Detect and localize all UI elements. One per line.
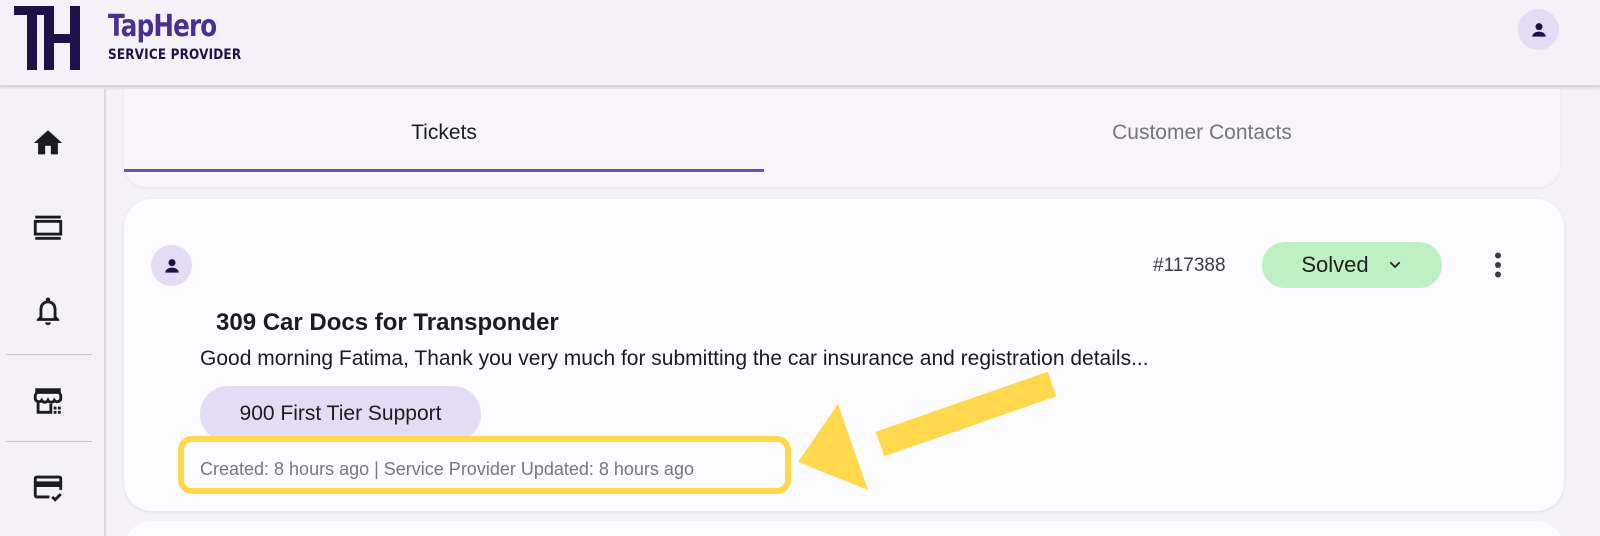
sidebar-item-tickets[interactable] <box>0 197 96 257</box>
annotation-arrow <box>798 371 1057 490</box>
tab-bar: Tickets Customer Contacts <box>124 89 1560 187</box>
tab-tickets[interactable]: Tickets <box>124 109 764 149</box>
account-icon <box>1531 22 1546 37</box>
more-options-button[interactable] <box>1486 251 1510 279</box>
group-chip[interactable]: 900 First Tier Support <box>200 386 481 442</box>
person-icon <box>164 258 179 273</box>
sidebar-divider <box>6 441 92 442</box>
top-app-bar: TapHero SERVICE PROVIDER <box>0 0 1600 87</box>
notifications-bell-icon <box>36 297 60 326</box>
tab-customer-contacts[interactable]: Customer Contacts <box>842 109 1562 149</box>
requester-avatar <box>151 245 192 286</box>
tickets-list-icon <box>33 215 63 240</box>
credit-card-check-icon <box>33 475 63 502</box>
ticket-number: #117388 <box>1153 255 1226 276</box>
status-dropdown[interactable]: Solved <box>1262 242 1442 288</box>
more-vert-icon <box>1495 252 1501 278</box>
brand-subtitle: SERVICE PROVIDER <box>108 47 242 63</box>
ticket-title[interactable]: 309 Car Docs for Transponder <box>216 309 559 337</box>
account-button[interactable] <box>1518 9 1559 50</box>
taphero-logo-mark <box>14 6 80 70</box>
brand-name: TapHero <box>108 9 217 44</box>
chevron-down-icon <box>1389 261 1400 269</box>
active-tab-indicator <box>124 169 764 172</box>
home-icon <box>33 130 63 155</box>
storefront-icon <box>33 388 63 414</box>
sidebar-item-notifications[interactable] <box>0 281 96 341</box>
next-ticket-card[interactable] <box>124 521 1564 536</box>
sidebar-item-home[interactable] <box>0 113 96 173</box>
annotation-highlight-box <box>178 436 791 494</box>
status-label: Solved <box>1301 252 1369 277</box>
sidebar-item-store[interactable] <box>0 371 96 431</box>
sidebar-nav <box>0 89 106 536</box>
sidebar-item-billing[interactable] <box>0 457 96 517</box>
sidebar-divider <box>6 354 92 355</box>
